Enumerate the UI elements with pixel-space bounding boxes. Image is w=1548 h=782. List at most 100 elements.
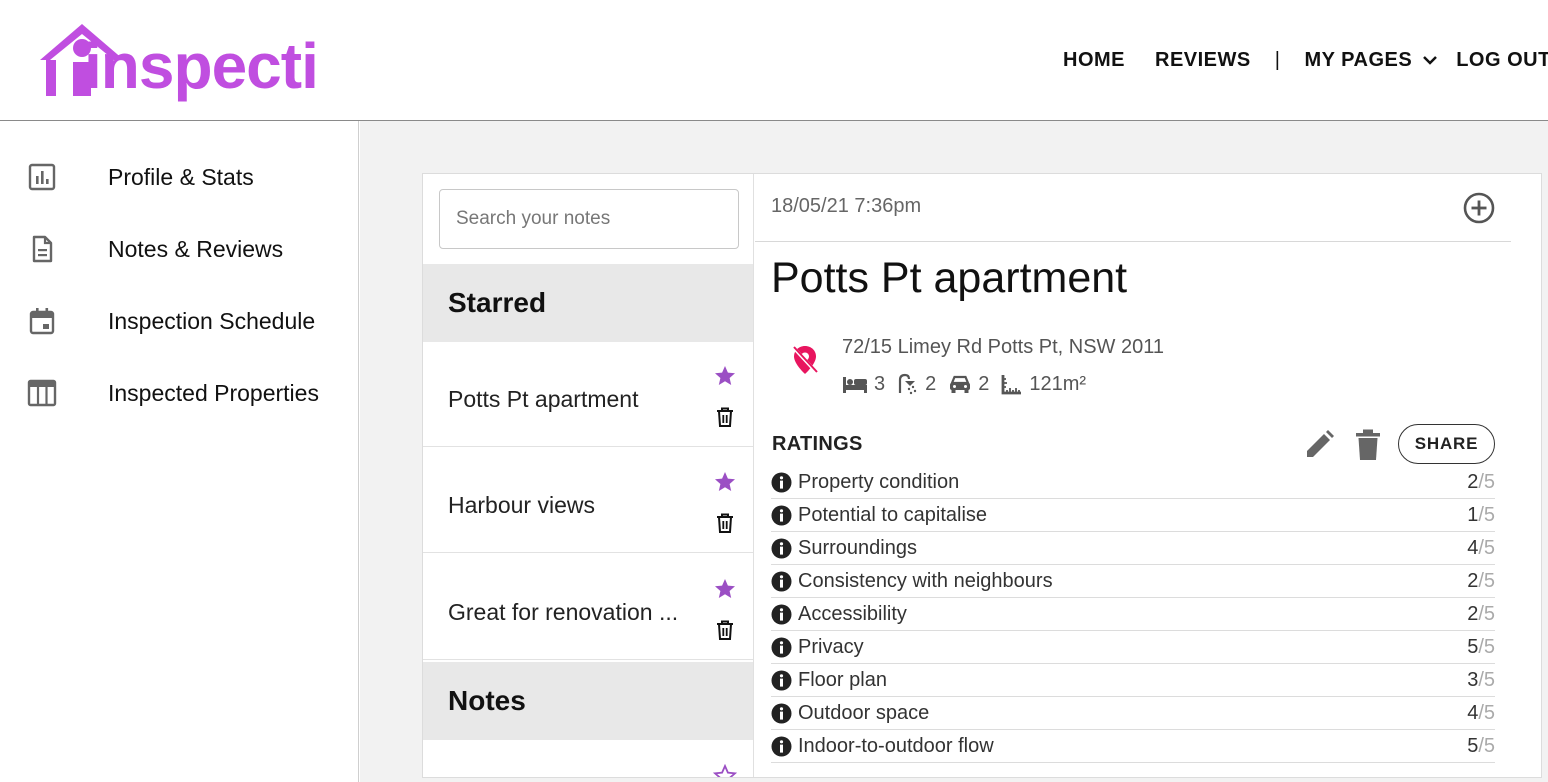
- rating-label: Indoor-to-outdoor flow: [798, 734, 994, 757]
- list-item[interactable]: Harbour views: [423, 448, 753, 553]
- rating-score: 5: [1467, 635, 1479, 658]
- sidebar-item-label: Inspected Properties: [108, 379, 319, 406]
- feature-baths: 2: [897, 373, 936, 396]
- rating-label: Potential to capitalise: [798, 503, 988, 526]
- rating-score: 2: [1467, 602, 1479, 625]
- info-icon[interactable]: [771, 505, 792, 526]
- rating-row: Accessibility 2/5: [771, 598, 1495, 631]
- property-address: 72/15 Limey Rd Potts Pt, NSW 2011: [842, 336, 1165, 358]
- sidebar-item-inspected-properties[interactable]: Inspected Properties: [0, 369, 359, 417]
- ruler-area-icon: [1001, 375, 1022, 395]
- rating-label: Floor plan: [798, 668, 887, 691]
- info-icon[interactable]: [771, 538, 792, 559]
- rating-score: 4: [1467, 701, 1479, 724]
- share-button[interactable]: SHARE: [1398, 424, 1495, 464]
- inspecti-logo[interactable]: inspecti: [38, 14, 338, 114]
- nav-logout[interactable]: LOG OUT: [1456, 49, 1548, 72]
- rating-row: Privacy 5/5: [771, 631, 1495, 664]
- star-icon[interactable]: [713, 364, 737, 388]
- sidebar-item-notes-reviews[interactable]: Notes & Reviews: [0, 225, 359, 273]
- info-icon[interactable]: [771, 736, 792, 757]
- star-outline-icon[interactable]: [713, 764, 737, 778]
- rating-row: Consistency with neighbours 2/5: [771, 565, 1495, 598]
- bed-icon: [843, 377, 867, 393]
- nav-my-pages[interactable]: MY PAGES: [1304, 49, 1412, 72]
- bar-chart-icon: [26, 161, 58, 193]
- info-icon[interactable]: [771, 670, 792, 691]
- top-header: inspecti HOME REVIEWS | MY PAGES LOG OUT: [0, 0, 1548, 121]
- search-input[interactable]: [439, 189, 739, 249]
- note-heading: Potts Pt apartment: [771, 254, 1128, 302]
- starred-heading: Starred: [423, 264, 753, 342]
- rating-max: /5: [1478, 635, 1495, 658]
- rating-label: Privacy: [798, 635, 864, 658]
- property-features: 3 2 2 121m²: [842, 371, 1098, 397]
- chevron-down-icon[interactable]: [1422, 54, 1438, 66]
- rating-row: Potential to capitalise 1/5: [771, 499, 1495, 532]
- list-item[interactable]: Potts Pt apartment: [423, 342, 753, 447]
- note-detail: 18/05/21 7:36pm Potts Pt apartment 72/15…: [755, 174, 1541, 777]
- info-icon[interactable]: [771, 604, 792, 625]
- trash-icon[interactable]: [715, 619, 735, 641]
- rating-score: 3: [1467, 668, 1479, 691]
- rating-max: /5: [1478, 602, 1495, 625]
- add-note-icon[interactable]: [1462, 191, 1496, 225]
- rating-row: Surroundings 4/5: [771, 532, 1495, 565]
- note-date: 18/05/21 7:36pm: [771, 195, 922, 217]
- location-off-icon: [791, 345, 819, 375]
- note-title: Great for renovation ...: [448, 599, 679, 625]
- feature-cars: 2: [948, 373, 989, 396]
- ratings-list: Property condition 2/5 Potential to capi…: [771, 466, 1495, 763]
- rating-max: /5: [1478, 569, 1495, 592]
- rating-label: Consistency with neighbours: [798, 569, 1053, 592]
- notes-heading: Notes: [423, 662, 753, 740]
- rating-score: 1: [1467, 503, 1479, 526]
- rating-label: Outdoor space: [798, 701, 930, 724]
- list-item[interactable]: Great for renovation ...: [423, 555, 753, 660]
- brand-name: inspecti: [84, 30, 319, 102]
- cars-count: 2: [978, 372, 990, 395]
- rating-label: Accessibility: [798, 602, 907, 625]
- beds-count: 3: [874, 372, 886, 395]
- sidebar-item-profile-stats[interactable]: Profile & Stats: [0, 153, 359, 201]
- info-icon[interactable]: [771, 472, 792, 493]
- shower-icon: [899, 373, 917, 395]
- star-icon[interactable]: [713, 470, 737, 494]
- nav-separator: |: [1274, 48, 1281, 71]
- nav-reviews[interactable]: REVIEWS: [1155, 49, 1251, 72]
- rating-max: /5: [1478, 668, 1495, 691]
- baths-count: 2: [925, 372, 937, 395]
- main-content: Starred Potts Pt apartment Harbour views…: [360, 121, 1548, 782]
- sidebar-item-inspection-schedule[interactable]: Inspection Schedule: [0, 297, 359, 345]
- info-icon[interactable]: [771, 703, 792, 724]
- star-icon[interactable]: [713, 577, 737, 601]
- info-icon[interactable]: [771, 571, 792, 592]
- rating-label: Property condition: [798, 470, 960, 493]
- rating-row: Property condition 2/5: [771, 466, 1495, 499]
- table-icon: [26, 377, 58, 409]
- rating-max: /5: [1478, 470, 1495, 493]
- rating-score: 4: [1467, 536, 1479, 559]
- sidebar: Profile & Stats Notes & Reviews Inspecti…: [0, 121, 359, 782]
- notes-list: Starred Potts Pt apartment Harbour views…: [423, 174, 754, 778]
- car-icon: [950, 375, 971, 393]
- rating-row: Indoor-to-outdoor flow 5/5: [771, 730, 1495, 763]
- trash-icon[interactable]: [715, 406, 735, 428]
- rating-score: 2: [1467, 470, 1479, 493]
- note-title: Harbour views: [448, 492, 595, 518]
- main-nav: HOME REVIEWS | MY PAGES LOG OUT: [1063, 48, 1548, 72]
- rating-label: Surroundings: [798, 536, 917, 559]
- rating-max: /5: [1478, 734, 1495, 757]
- feature-beds: 3: [842, 373, 885, 396]
- divider: [755, 241, 1511, 242]
- document-icon: [26, 233, 58, 265]
- delete-icon[interactable]: [1355, 429, 1381, 461]
- sidebar-item-label: Inspection Schedule: [108, 307, 316, 334]
- rating-row: Outdoor space 4/5: [771, 697, 1495, 730]
- note-title: Potts Pt apartment: [448, 386, 639, 412]
- edit-pencil-icon[interactable]: [1303, 429, 1335, 461]
- rating-max: /5: [1478, 503, 1495, 526]
- nav-home[interactable]: HOME: [1063, 49, 1125, 72]
- info-icon[interactable]: [771, 637, 792, 658]
- trash-icon[interactable]: [715, 512, 735, 534]
